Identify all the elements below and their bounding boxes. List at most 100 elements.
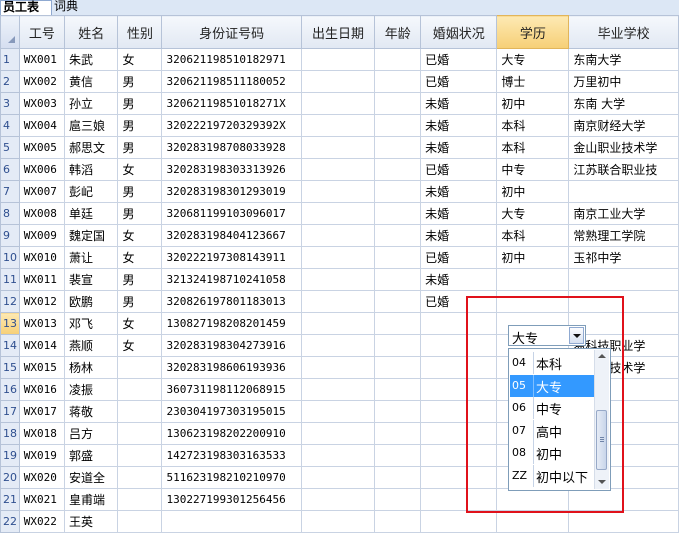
cell-sex[interactable]	[117, 444, 163, 467]
column-header-name[interactable]: 姓名	[63, 15, 119, 49]
cell-marital-status[interactable]	[420, 334, 498, 357]
row-number[interactable]: 13	[0, 312, 20, 335]
cell-sex[interactable]: 女	[117, 246, 163, 269]
cell-school[interactable]: 江苏联合职业技	[568, 158, 679, 181]
dropdown-option[interactable]: 07 高中	[510, 419, 594, 442]
dropdown-option[interactable]: 08 初中	[510, 442, 594, 464]
cell-education[interactable]: 大专	[496, 48, 570, 71]
scroll-up-arrow-icon[interactable]	[598, 354, 606, 358]
cell-age[interactable]	[374, 290, 422, 313]
cell-name[interactable]: 安道全	[63, 466, 119, 489]
dropdown-option[interactable]: 04 本科	[510, 352, 594, 374]
row-number[interactable]: 7	[0, 180, 20, 203]
cell-sex[interactable]: 男	[117, 202, 163, 225]
cell-employee-id[interactable]: WX017	[18, 400, 65, 423]
row-number[interactable]: 12	[0, 290, 20, 313]
cell-marital-status[interactable]: 已婚	[420, 48, 498, 71]
cell-sex[interactable]: 女	[117, 158, 163, 181]
cell-sex[interactable]	[117, 422, 163, 445]
cell-id-number[interactable]: 130227199301256456	[161, 488, 302, 511]
cell-school[interactable]	[568, 510, 679, 533]
row-number[interactable]: 5	[0, 136, 20, 159]
cell-sex[interactable]: 男	[117, 92, 163, 115]
cell-education[interactable]: 本科	[496, 114, 570, 137]
row-number[interactable]: 17	[0, 400, 20, 423]
cell-age[interactable]	[374, 466, 422, 489]
cell-school[interactable]: 常熟理工学院	[568, 224, 679, 247]
cell-school[interactable]: 东南大学	[568, 48, 679, 71]
cell-age[interactable]	[374, 422, 422, 445]
cell-id-number[interactable]: 320283198708033928	[161, 136, 302, 159]
cell-id-number[interactable]: 32062119851018271X	[161, 92, 302, 115]
cell-name[interactable]: 黄信	[63, 70, 119, 93]
column-header-education[interactable]: 学历	[496, 15, 570, 49]
cell-id-number[interactable]: 320621198510182971	[161, 48, 302, 71]
cell-age[interactable]	[374, 48, 422, 71]
cell-birth-date[interactable]	[300, 510, 376, 533]
cell-school[interactable]: 东南 大学	[568, 92, 679, 115]
row-number[interactable]: 11	[0, 268, 20, 291]
cell-sex[interactable]: 男	[117, 70, 163, 93]
cell-marital-status[interactable]: 已婚	[420, 290, 498, 313]
cell-birth-date[interactable]	[300, 466, 376, 489]
cell-age[interactable]	[374, 136, 422, 159]
cell-school[interactable]: 万里初中	[568, 70, 679, 93]
select-all-corner[interactable]	[0, 15, 20, 49]
cell-employee-id[interactable]: WX013	[18, 312, 65, 335]
combobox-dropdown-button[interactable]	[569, 327, 584, 344]
cell-age[interactable]	[374, 356, 422, 379]
cell-employee-id[interactable]: WX006	[18, 158, 65, 181]
cell-birth-date[interactable]	[300, 400, 376, 423]
cell-id-number[interactable]: 360731198112068915	[161, 378, 302, 401]
cell-birth-date[interactable]	[300, 488, 376, 511]
cell-age[interactable]	[374, 114, 422, 137]
cell-name[interactable]: 郝思文	[63, 136, 119, 159]
cell-age[interactable]	[374, 202, 422, 225]
cell-id-number[interactable]: 32022219720329392X	[161, 114, 302, 137]
row-number[interactable]: 6	[0, 158, 20, 181]
row-number[interactable]: 8	[0, 202, 20, 225]
cell-birth-date[interactable]	[300, 422, 376, 445]
cell-birth-date[interactable]	[300, 312, 376, 335]
cell-birth-date[interactable]	[300, 246, 376, 269]
cell-id-number[interactable]: 320283198301293019	[161, 180, 302, 203]
cell-education[interactable]: 初中	[496, 92, 570, 115]
cell-marital-status[interactable]: 已婚	[420, 158, 498, 181]
cell-marital-status[interactable]: 未婚	[420, 180, 498, 203]
cell-sex[interactable]	[117, 466, 163, 489]
cell-marital-status[interactable]	[420, 378, 498, 401]
dropdown-option[interactable]: 05 大专	[510, 374, 594, 397]
cell-name[interactable]: 孙立	[63, 92, 119, 115]
cell-sex[interactable]: 男	[117, 290, 163, 313]
cell-marital-status[interactable]: 未婚	[420, 114, 498, 137]
cell-marital-status[interactable]: 已婚	[420, 70, 498, 93]
cell-school[interactable]: 玉祁中学	[568, 246, 679, 269]
cell-marital-status[interactable]	[420, 356, 498, 379]
row-number[interactable]: 2	[0, 70, 20, 93]
cell-name[interactable]: 欧鹏	[63, 290, 119, 313]
row-number[interactable]: 21	[0, 488, 20, 511]
cell-birth-date[interactable]	[300, 70, 376, 93]
cell-school[interactable]	[568, 290, 679, 313]
column-header-age[interactable]: 年龄	[374, 15, 422, 49]
cell-id-number[interactable]	[161, 510, 302, 533]
cell-marital-status[interactable]: 已婚	[420, 246, 498, 269]
row-number[interactable]: 16	[0, 378, 20, 401]
cell-sex[interactable]	[117, 378, 163, 401]
row-number[interactable]: 15	[0, 356, 20, 379]
cell-birth-date[interactable]	[300, 114, 376, 137]
cell-employee-id[interactable]: WX022	[18, 510, 65, 533]
cell-name[interactable]: 凌振	[63, 378, 119, 401]
education-combobox[interactable]: 大专	[508, 325, 586, 347]
cell-education[interactable]	[496, 488, 570, 511]
cell-employee-id[interactable]: WX021	[18, 488, 65, 511]
cell-name[interactable]: 蒋敬	[63, 400, 119, 423]
cell-school[interactable]	[568, 180, 679, 203]
cell-name[interactable]: 王英	[63, 510, 119, 533]
dropdown-scrollbar[interactable]	[594, 350, 609, 489]
scrollbar-thumb[interactable]	[596, 410, 607, 470]
cell-employee-id[interactable]: WX010	[18, 246, 65, 269]
cell-sex[interactable]: 女	[117, 312, 163, 335]
row-number[interactable]: 4	[0, 114, 20, 137]
cell-age[interactable]	[374, 180, 422, 203]
